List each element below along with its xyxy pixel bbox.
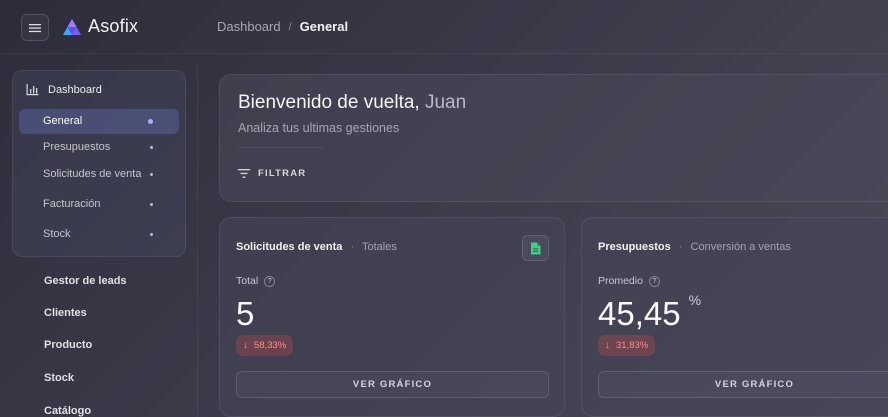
top-bar: Asofix Dashboard / General [0,0,888,54]
app-name: Asofix [88,16,139,36]
filter-icon [238,169,250,178]
card-title-separator: · [678,241,683,253]
dot-icon [150,203,153,206]
sidebar-item-gestor-de-leads[interactable]: Gestor de leads [44,275,127,287]
change-badge: ↓ 31,83% [598,335,656,356]
menu-toggle-button[interactable] [21,14,49,41]
card-title-main: Presupuestos [598,241,671,253]
sidebar-group-title: Dashboard [48,83,102,96]
breadcrumb: Dashboard / General [217,19,348,34]
sidebar-item-catalogo[interactable]: Catálogo [44,405,91,417]
sidebar-item-label: Solicitudes de venta [43,168,142,180]
card-title: Presupuestos · Conversión a ventas [598,241,791,253]
metric-value-number: 45,45 [598,295,681,332]
logo-icon [63,18,81,35]
welcome-greeting: Bienvenido de vuelta, [238,92,420,113]
sidebar-item-producto[interactable]: Producto [44,339,92,351]
arrow-down-icon: ↓ [243,340,248,351]
change-badge: ↓ 58,33% [236,335,294,356]
breadcrumb-dashboard[interactable]: Dashboard [217,19,281,34]
card-solicitudes-de-venta: Solicitudes de venta · Totales Total ? 5… [219,217,565,417]
welcome-panel: Bienvenido de vuelta, Juan Analiza tus u… [219,74,888,202]
view-chart-button[interactable]: VER GRÁFICO [598,371,888,398]
sidebar-item-label: Facturación [43,198,101,210]
metric-unit: % [688,292,702,308]
sidebar-item-presupuestos[interactable]: Presupuestos [19,135,179,160]
change-value: 58,33% [254,340,287,351]
card-title: Solicitudes de venta · Totales [236,241,397,253]
hamburger-icon [29,23,41,32]
dot-icon [150,173,153,176]
metric-value-number: 5 [236,295,255,332]
metric-label-text: Promedio [598,275,643,287]
view-chart-button[interactable]: VER GRÁFICO [236,371,549,398]
change-value: 31,83% [616,340,649,351]
help-icon[interactable]: ? [648,275,660,287]
metric-label-text: Total [236,275,259,287]
sidebar-item-stock[interactable]: Stock [19,222,179,247]
sidebar-item-clientes[interactable]: Clientes [44,307,87,319]
sidebar-divider [197,62,198,417]
metric-label: Total ? [236,275,276,287]
arrow-down-icon: ↓ [605,340,610,351]
breadcrumb-current: General [299,19,349,34]
sidebar-item-general[interactable]: General [19,109,179,134]
divider [238,147,323,148]
active-dot-icon [148,119,153,124]
sidebar-item-label: Stock [43,228,71,240]
bar-chart-icon [26,84,39,96]
sidebar-item-label: General [43,115,83,127]
app-logo[interactable]: Asofix [62,16,138,37]
sidebar-item-facturacion[interactable]: Facturación [19,192,179,217]
document-icon [531,242,541,254]
card-title-main: Solicitudes de venta [236,241,343,253]
card-presupuestos: Presupuestos · Conversión a ventas Prome… [581,217,888,417]
filter-label: FILTRAR [258,168,307,179]
help-icon[interactable]: ? [264,275,276,287]
metric-value: 5 [236,295,254,333]
filter-button[interactable]: FILTRAR [238,168,306,179]
sidebar-item-solicitudes[interactable]: Solicitudes de venta [19,162,179,187]
card-title-description: Conversión a ventas [690,241,791,253]
dot-icon [150,146,153,149]
dot-icon [150,233,153,236]
document-button[interactable] [522,235,549,261]
card-title-separator: · [350,241,355,253]
welcome-heading: Bienvenido de vuelta, Juan [238,92,466,114]
metric-value: 45,45 % [598,292,702,333]
metric-label: Promedio ? [598,275,660,287]
sidebar-item-label: Presupuestos [43,141,111,153]
sidebar-dashboard-group: Dashboard General Presupuestos Solicitud… [12,70,186,257]
user-name: Juan [424,92,467,113]
breadcrumb-separator: / [288,20,292,33]
sidebar-item-dashboard[interactable]: Dashboard [26,83,102,96]
card-title-description: Totales [361,241,397,253]
sidebar-item-stock-main[interactable]: Stock [44,372,74,384]
welcome-subtitle: Analiza tus ultimas gestiones [238,121,400,135]
